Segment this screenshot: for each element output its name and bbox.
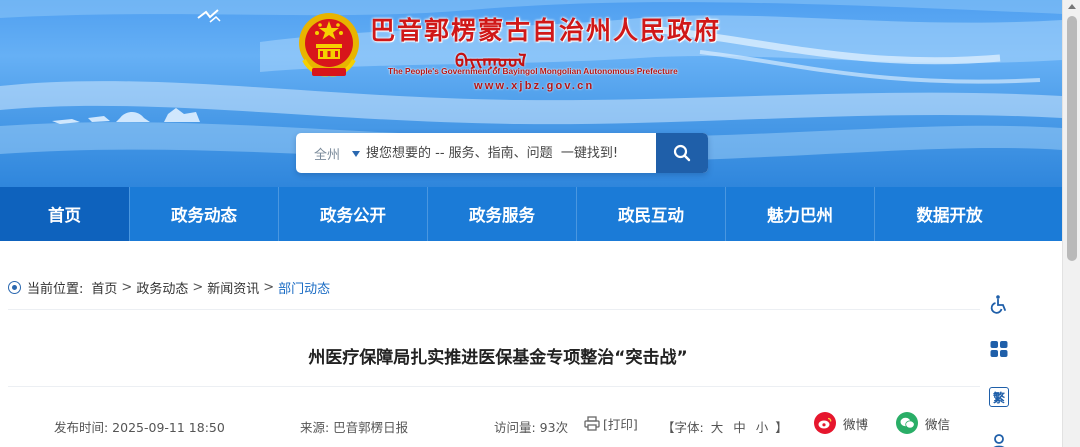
nav-item-home[interactable]: 首页 [0,187,130,241]
divider [8,386,980,387]
breadcrumb-label: 当前位置: [27,282,84,297]
scrollbar-thumb[interactable] [1067,16,1077,261]
print-button[interactable]: [打印] [584,414,638,433]
user-icon [993,434,1005,447]
nav-item-interaction[interactable]: 政民互动 [577,187,726,241]
accessibility-button[interactable] [985,290,1013,318]
breadcrumb-news[interactable]: 新闻资讯 [207,278,259,297]
site-title-english: The People's Government of Bayingol Mong… [388,66,678,76]
share-wechat-label: 微信 [925,416,951,432]
site-url: www.xjbz.gov.cn [474,80,595,92]
nav-item-gov-service[interactable]: 政务服务 [428,187,577,241]
traditional-chinese-label: 繁 [989,387,1009,407]
view-count: 访问量: 93次 [494,420,569,435]
font-size-medium[interactable]: 中 [733,420,746,435]
share-weibo-button[interactable]: 微博 [814,412,868,434]
search-button[interactable] [656,133,708,173]
article-title: 州医疗保障局扎实推进医保基金专项整治“突击战” [308,348,688,368]
printer-icon [584,416,600,431]
font-size-control: 【字体: 大 中 小 】 [662,417,788,436]
app-grid-button[interactable] [985,335,1013,363]
search-scope-select[interactable]: 全州 [314,144,340,163]
nav-item-charm-bazhou[interactable]: 魅力巴州 [726,187,875,241]
breadcrumb-dept-news[interactable]: 部门动态 [278,278,330,297]
site-title: 巴音郭楞蒙古自治州人民政府 [370,16,722,45]
breadcrumb-gov-news[interactable]: 政务动态 [136,278,188,297]
breadcrumb: 当前位置: 首页 > 政务动态 > 新闻资讯 > 部门动态 [8,278,330,297]
font-size-large[interactable]: 大 [711,420,724,435]
font-size-close: 】 [775,420,788,435]
breadcrumb-separator: > [121,280,133,295]
national-emblem-logo [299,13,359,77]
user-button[interactable] [985,428,1013,447]
nav-item-gov-open[interactable]: 政务公开 [279,187,428,241]
page-scrollbar[interactable] [1062,0,1080,447]
scroll-up-arrow-icon[interactable] [1068,4,1076,9]
share-wechat-button[interactable]: 微信 [896,412,950,434]
search-input[interactable] [366,133,654,173]
traditional-chinese-button[interactable]: 繁 [985,383,1013,411]
print-label[interactable]: [打印] [603,414,638,433]
share-weibo-label: 微博 [843,416,869,432]
grid-icon [990,341,1008,357]
weibo-icon [814,412,836,434]
article-source: 来源: 巴音郭楞日报 [300,420,409,435]
main-nav: 首页 政务动态 政务公开 政务服务 政民互动 魅力巴州 数据开放 [0,187,1062,241]
publish-time: 发布时间: 2025-09-11 18:50 [54,420,225,435]
nav-item-open-data[interactable]: 数据开放 [875,187,1024,241]
font-size-label: 【字体: [662,420,704,435]
breadcrumb-separator: > [263,280,275,295]
wechat-icon [896,412,918,434]
font-size-small[interactable]: 小 [756,420,769,435]
nav-item-gov-news[interactable]: 政务动态 [130,187,279,241]
breadcrumb-separator: > [192,280,204,295]
page: 巴音郭楞蒙古自治州人民政府 ᠪᠠᠶᠢᠨᠭᠣᠤᠯ The People's Gov… [0,0,1080,447]
search-icon [673,144,691,162]
divider [8,309,980,310]
location-icon [8,281,21,294]
search-bar: 全州 [296,133,708,173]
breadcrumb-home[interactable]: 首页 [91,278,117,297]
header-banner: 巴音郭楞蒙古自治州人民政府 ᠪᠠᠶᠢᠨᠭᠣᠤᠯ The People's Gov… [0,0,1062,187]
dropdown-caret-icon[interactable] [352,151,360,157]
wheelchair-icon [990,295,1006,314]
